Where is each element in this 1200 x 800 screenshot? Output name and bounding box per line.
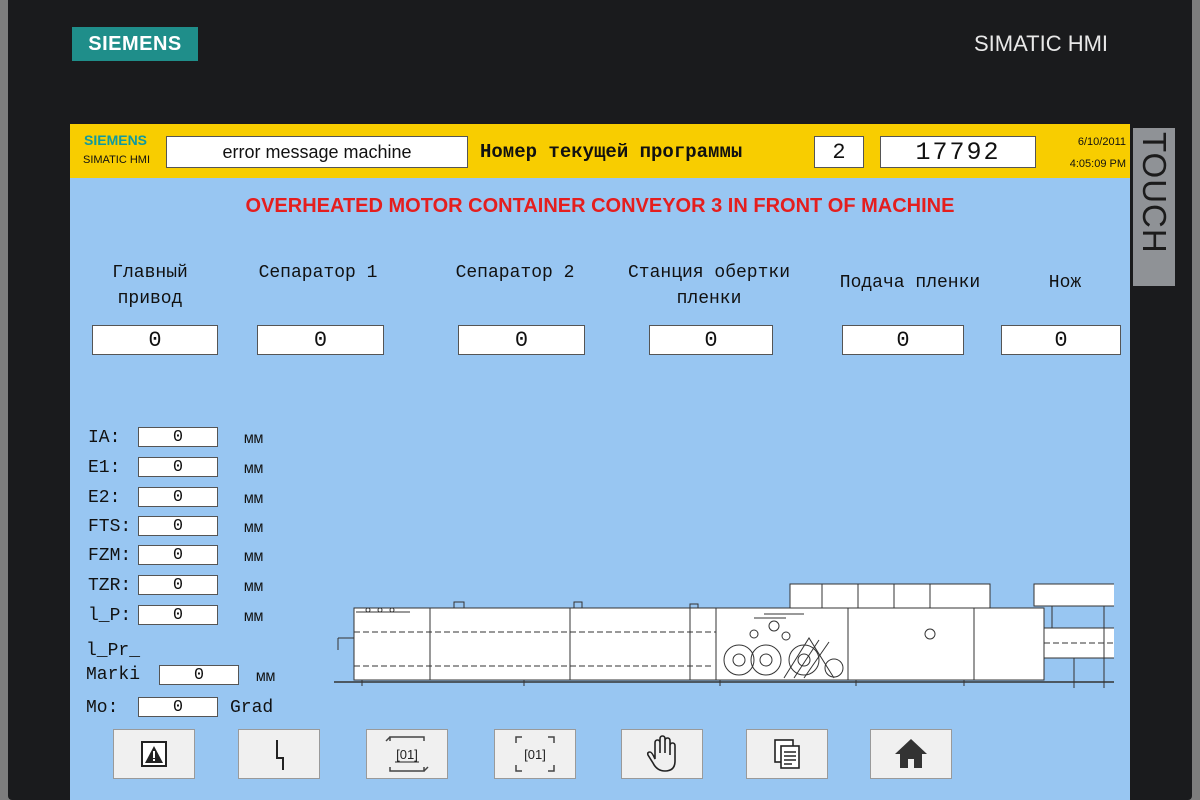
drive-value-separator-1[interactable]: 0 bbox=[257, 325, 384, 355]
drive-label-wrap-station: Станция обертки пленки bbox=[627, 263, 791, 309]
param-label-tzr: TZR: bbox=[88, 576, 132, 596]
date-display: 6/10/2011 bbox=[1077, 136, 1126, 148]
param-label-mo: Mo: bbox=[86, 698, 119, 718]
time-display: 4:05:09 PM bbox=[1069, 158, 1126, 170]
counter-reset-text: [01] bbox=[396, 747, 418, 762]
drive-value-separator-2[interactable]: 0 bbox=[458, 325, 585, 355]
message-field[interactable]: error message machine bbox=[166, 136, 468, 168]
param-label-lp: l_P: bbox=[88, 606, 132, 626]
param-field-tzr[interactable]: 0 bbox=[138, 575, 218, 595]
drive-label-main: Главный привод bbox=[112, 263, 188, 309]
siemens-logo: SIEMENS bbox=[72, 27, 198, 61]
drive-label-knife: Нож bbox=[1048, 273, 1082, 293]
drive-value-main[interactable]: 0 bbox=[92, 325, 218, 355]
alarm-message: OVERHEATED MOTOR CONTAINER CONVEYOR 3 IN… bbox=[245, 195, 955, 217]
param-field-fzm[interactable]: 0 bbox=[138, 545, 218, 565]
device-model-label: SIMATIC HMI bbox=[974, 31, 1109, 56]
param-field-fts[interactable]: 0 bbox=[138, 516, 218, 536]
param-field-lp[interactable]: 0 bbox=[138, 605, 218, 625]
home-icon bbox=[895, 739, 927, 768]
header-brand: SIEMENS bbox=[84, 132, 148, 148]
documents-button[interactable] bbox=[746, 729, 828, 779]
drive-value-knife[interactable]: 0 bbox=[1001, 325, 1121, 355]
param-field-e2[interactable]: 0 bbox=[138, 487, 218, 507]
param-unit-lpr-marki: мм bbox=[256, 668, 276, 686]
param-field-lpr-marki[interactable]: 0 bbox=[159, 665, 239, 685]
param-unit-e1: мм bbox=[244, 460, 264, 478]
warning-icon bbox=[141, 741, 167, 767]
param-unit-e2: мм bbox=[244, 490, 264, 508]
param-label-fts: FTS: bbox=[88, 517, 132, 537]
manual-stop-button[interactable] bbox=[621, 729, 703, 779]
hmi-screen: SIEMENS SIMATIC HMI error message machin… bbox=[70, 124, 1130, 800]
drive-label-separator-1: Сепаратор 1 bbox=[258, 263, 378, 283]
counter-rotate-icon: [01] bbox=[515, 736, 555, 772]
fault-button[interactable] bbox=[238, 729, 320, 779]
drive-value-wrap-station[interactable]: 0 bbox=[649, 325, 773, 355]
counter-reset-button[interactable]: [01] bbox=[366, 729, 448, 779]
touch-label: TOUCH bbox=[1136, 132, 1173, 254]
drive-label-film-feed: Подача пленки bbox=[839, 273, 981, 293]
touch-strip: TOUCH bbox=[1133, 128, 1175, 286]
param-unit-fts: мм bbox=[244, 519, 264, 537]
header-bar: SIEMENS SIMATIC HMI error message machin… bbox=[70, 124, 1130, 178]
param-label-lpr-marki: l_Pr_ Marki bbox=[86, 641, 141, 685]
header-subtitle: SIMATIC HMI bbox=[83, 154, 151, 166]
hand-stop-icon bbox=[646, 735, 676, 772]
program-label: Номер текущей программы bbox=[480, 141, 743, 163]
counter-rotate-button[interactable]: [01] bbox=[494, 729, 576, 779]
param-unit-ia: мм bbox=[244, 430, 264, 448]
documents-icon bbox=[774, 739, 800, 769]
param-unit-tzr: мм bbox=[244, 578, 264, 596]
param-label-e2: E2: bbox=[88, 488, 121, 508]
alarm-button[interactable] bbox=[113, 729, 195, 779]
param-label-fzm: FZM: bbox=[88, 546, 132, 566]
program-number-field[interactable]: 2 bbox=[814, 136, 864, 168]
drive-value-film-feed[interactable]: 0 bbox=[842, 325, 964, 355]
counter-reset-icon: [01] bbox=[385, 736, 429, 772]
param-unit-fzm: мм bbox=[244, 548, 264, 566]
counter-field[interactable]: 17792 bbox=[880, 136, 1036, 168]
param-field-mo[interactable]: 0 bbox=[138, 697, 218, 717]
counter-rotate-text: [01] bbox=[524, 747, 546, 762]
param-label-ia: IA: bbox=[88, 428, 121, 448]
param-unit-lp: мм bbox=[244, 608, 264, 626]
home-button[interactable] bbox=[870, 729, 952, 779]
param-field-ia[interactable]: 0 bbox=[138, 427, 218, 447]
lightning-icon bbox=[276, 740, 284, 770]
param-unit-mo: Grad bbox=[230, 698, 274, 718]
param-label-e1: E1: bbox=[88, 458, 121, 478]
drive-label-separator-2: Сепаратор 2 bbox=[455, 263, 575, 283]
machine-diagram bbox=[334, 583, 1114, 688]
param-field-e1[interactable]: 0 bbox=[138, 457, 218, 477]
